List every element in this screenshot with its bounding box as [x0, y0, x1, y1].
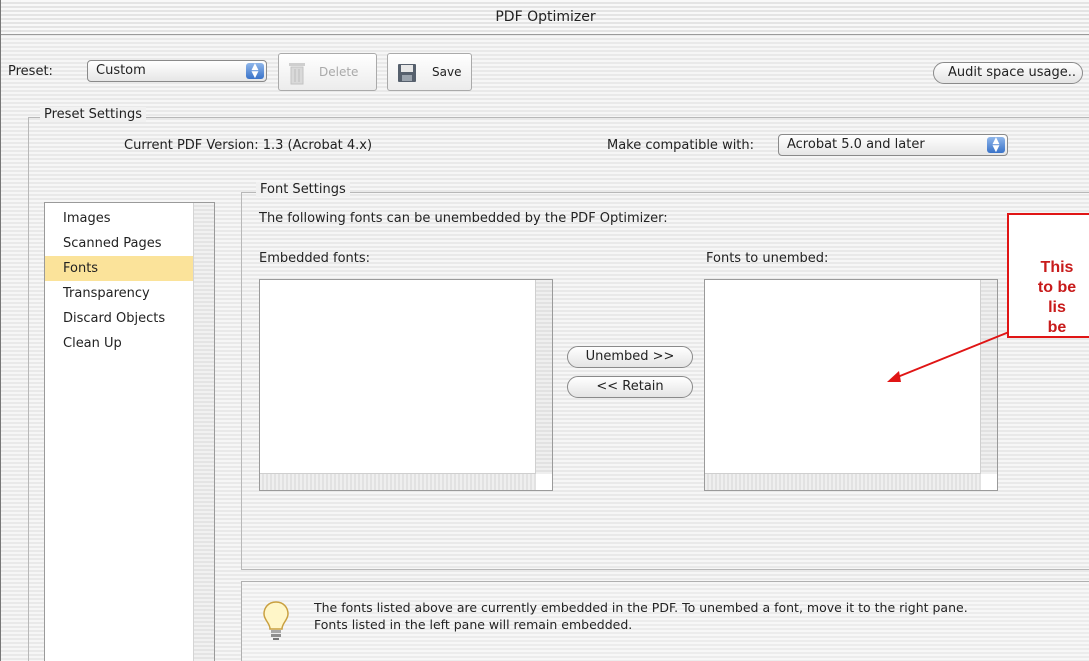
- sidebar-item-discard-objects[interactable]: Discard Objects: [45, 306, 214, 331]
- compatibility-select-value: Acrobat 5.0 and later: [787, 137, 925, 152]
- delete-button-label: Delete: [319, 65, 359, 79]
- sidebar-item-transparency[interactable]: Transparency: [45, 281, 214, 306]
- preset-label: Preset:: [8, 64, 53, 79]
- callout-arrow: [887, 331, 1010, 382]
- sidebar-item-images[interactable]: Images: [45, 206, 214, 231]
- fonts-to-unembed-hscroll[interactable]: [705, 473, 981, 490]
- font-settings-intro: The following fonts can be unembedded by…: [259, 211, 668, 226]
- embedded-fonts-list[interactable]: [259, 279, 553, 491]
- sidebar-item-fonts[interactable]: Fonts: [45, 256, 214, 281]
- select-arrows-icon: ▲ ▼: [987, 137, 1005, 154]
- select-arrows-icon: ▲ ▼: [246, 63, 264, 80]
- callout-line: This: [1040, 259, 1074, 276]
- callout-line: be: [1047, 319, 1067, 336]
- info-bar: The fonts listed above are currently emb…: [241, 581, 1089, 661]
- fonts-to-unembed-label: Fonts to unembed:: [706, 251, 829, 266]
- compat-label: Make compatible with:: [607, 138, 755, 153]
- unembed-button[interactable]: Unembed >>: [567, 346, 693, 368]
- font-settings-legend: Font Settings: [256, 182, 350, 197]
- info-text-line1: The fonts listed above are currently emb…: [314, 600, 968, 615]
- annotation-callout: This to be lis be: [1007, 213, 1089, 338]
- embedded-fonts-label: Embedded fonts:: [259, 251, 371, 266]
- trash-icon: [289, 63, 305, 85]
- compatibility-select[interactable]: Acrobat 5.0 and later ▲ ▼: [778, 134, 1008, 156]
- lightbulb-icon: [263, 601, 289, 640]
- pdf-optimizer-window: PDF Optimizer Preset: Custom ▲ ▼ Delete S…: [0, 0, 1089, 661]
- save-button-label: Save: [432, 65, 462, 79]
- preset-select[interactable]: Custom ▲ ▼: [87, 60, 267, 82]
- current-pdf-version: Current PDF Version: 1.3 (Acrobat 4.x): [124, 138, 373, 153]
- sidebar-scrollbar[interactable]: [193, 203, 214, 661]
- sidebar-item-scanned-pages[interactable]: Scanned Pages: [45, 231, 214, 256]
- callout-line: lis: [1048, 299, 1066, 316]
- callout-line: to be: [1037, 279, 1077, 296]
- info-text-line2: Fonts listed in the left pane will remai…: [314, 617, 633, 632]
- preset-settings-legend: Preset Settings: [40, 107, 146, 122]
- embedded-fonts-hscroll[interactable]: [260, 473, 536, 490]
- category-list: Images Scanned Pages Fonts Transparency …: [44, 202, 215, 661]
- window-title: PDF Optimizer: [1, 0, 1089, 35]
- sidebar-item-clean-up[interactable]: Clean Up: [45, 331, 214, 356]
- audit-space-button[interactable]: Audit space usage..: [933, 62, 1083, 84]
- preset-select-value: Custom: [96, 63, 146, 78]
- delete-button[interactable]: Delete: [278, 53, 377, 91]
- embedded-fonts-vscroll[interactable]: [535, 280, 552, 474]
- floppy-disk-icon: [398, 64, 416, 82]
- retain-button[interactable]: << Retain: [567, 376, 693, 398]
- save-button[interactable]: Save: [387, 53, 472, 91]
